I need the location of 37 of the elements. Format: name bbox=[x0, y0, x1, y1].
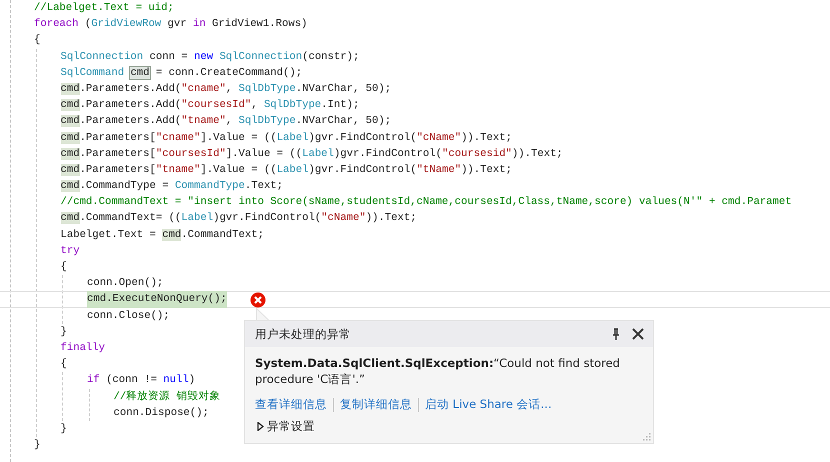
code-line: } bbox=[34, 438, 40, 454]
code-line: if (conn != null) bbox=[87, 373, 196, 388]
code-line: } bbox=[60, 324, 67, 340]
code-line: conn.Close(); bbox=[87, 308, 170, 324]
close-icon[interactable] bbox=[631, 327, 645, 341]
popup-link[interactable]: 查看详细信息 bbox=[255, 397, 327, 412]
code-line: cmd.Parameters.Add("tname", SqlDbType.NVarChar, 50); bbox=[60, 114, 392, 130]
code-line: conn.Dispose(); bbox=[114, 406, 209, 421]
popup-link[interactable]: 启动 Live Share 会话... bbox=[425, 397, 552, 412]
code-line: SqlCommand cmd = conn.CreateCommand(); bbox=[60, 66, 302, 81]
resize-grip[interactable] bbox=[641, 431, 651, 441]
code-line: Labelget.Text = cmd.CommandText; bbox=[60, 228, 264, 243]
code-line: cmd.Parameters["coursesId"].Value = ((Label)gvr.FindControl("coursesid")).Text; bbox=[60, 146, 563, 162]
code-line: finally bbox=[60, 340, 106, 356]
popup-link[interactable]: 复制详细信息 bbox=[340, 397, 412, 412]
code-line: } bbox=[60, 422, 67, 437]
popup-title: 用户未处理的异常 bbox=[255, 326, 352, 342]
code-line: { bbox=[34, 33, 40, 48]
code-line: cmd.Parameters["cname"].Value = ((Label)gvr.FindControl("cName")).Text; bbox=[60, 130, 512, 146]
code-line: { bbox=[60, 357, 67, 372]
code-line: foreach (GridViewRow gvr in GridView1.Rows) bbox=[34, 17, 308, 32]
code-line: cmd.Parameters.Add("coursesId", SqlDbType.Int); bbox=[60, 98, 360, 114]
code-line: cmd.CommandType = CommandType.Text; bbox=[60, 179, 284, 194]
code-line: try bbox=[60, 244, 80, 259]
code-line: cmd.Parameters["tname"].Value = ((Label)gvr.FindControl("tName")).Text; bbox=[60, 162, 512, 178]
code-line: //cmd.CommandText = "insert into Score(sName,studentsId,cName,coursesId,Class,tName,score) values(N'" + cmd.Paramet bbox=[60, 195, 792, 210]
exception-settings-label[interactable]: 异常设置 bbox=[267, 419, 315, 434]
code-line: //Labelget.Text = uid; bbox=[34, 1, 174, 16]
code-line: //释放资源 销毁对象 bbox=[114, 389, 221, 404]
error-icon bbox=[250, 292, 266, 308]
code-line: cmd.Parameters.Add("cname", SqlDbType.NVarChar, 50); bbox=[60, 82, 392, 97]
code-line: { bbox=[60, 260, 67, 275]
exception-message: System.Data.SqlClient.SqlException:“Could not find stored procedure 'C语言'.” bbox=[255, 355, 621, 387]
code-line: cmd.CommandText= ((Label)gvr.FindControl("cName")).Text; bbox=[60, 211, 417, 226]
expand-icon[interactable] bbox=[257, 422, 264, 431]
code-line: conn.Open(); bbox=[87, 276, 164, 292]
code-line: SqlConnection conn = new SqlConnection(constr); bbox=[60, 50, 360, 65]
